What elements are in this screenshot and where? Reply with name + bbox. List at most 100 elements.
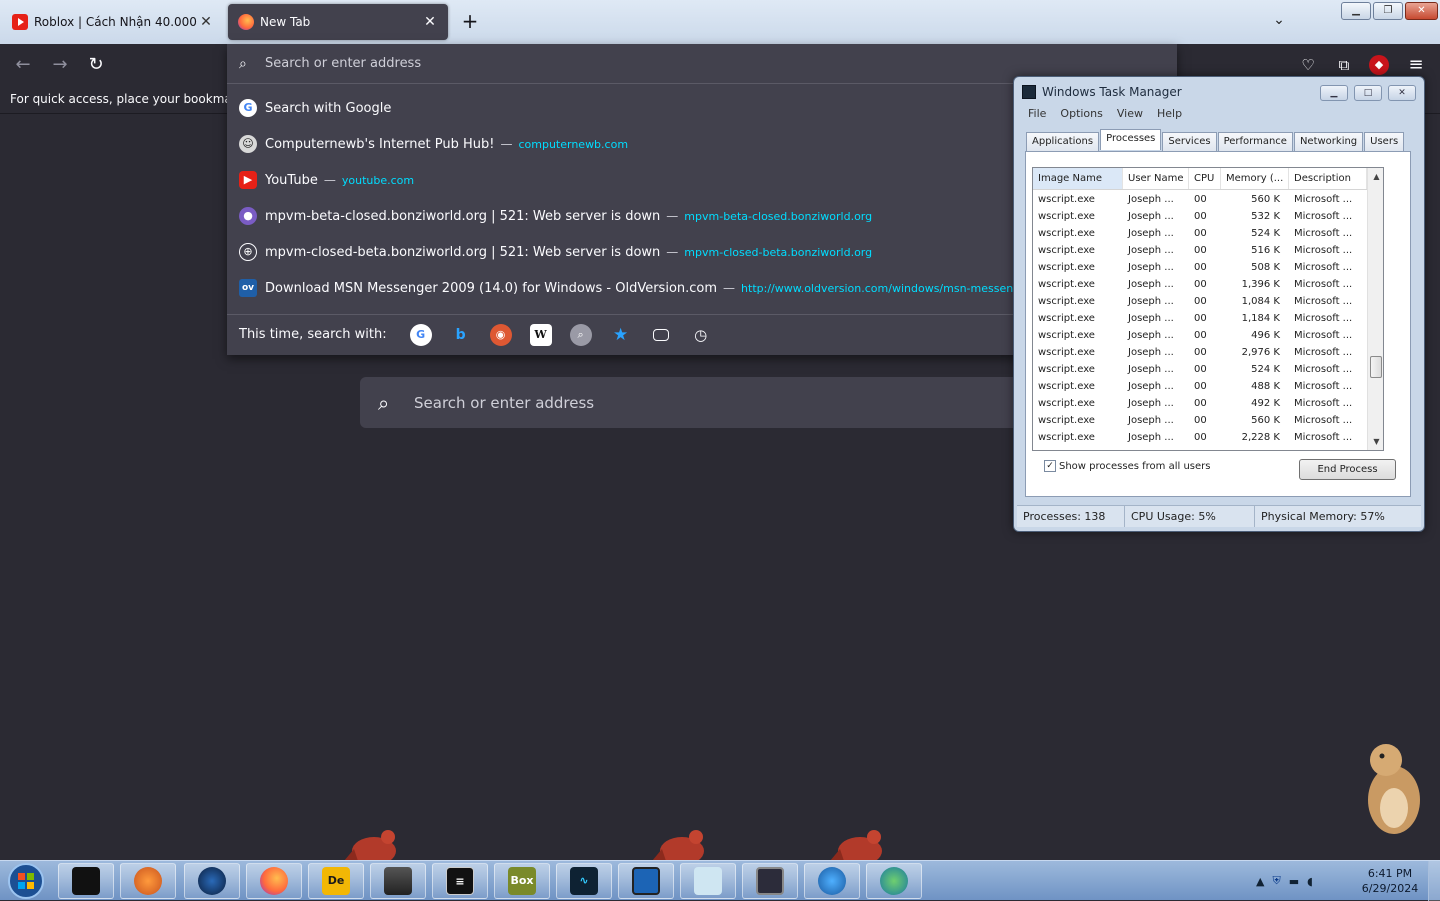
taskbar-app-box[interactable] bbox=[58, 863, 114, 899]
close-icon[interactable]: ✕ bbox=[198, 14, 214, 30]
history-clock-icon[interactable]: ◷ bbox=[690, 324, 712, 346]
pocket-icon[interactable]: ♡ bbox=[1297, 54, 1319, 76]
suggestion-title: Search with Google bbox=[265, 100, 392, 116]
scrollbar-thumb[interactable] bbox=[1370, 356, 1382, 378]
newtab-search-box[interactable]: ⌕ bbox=[360, 377, 1080, 428]
taskbar-app-firefox[interactable] bbox=[246, 863, 302, 899]
forward-arrow-icon[interactable]: → bbox=[49, 54, 71, 76]
table-row[interactable]: wscript.exe Joseph ... 00 532 K Microsoft ..… bbox=[1033, 209, 1367, 226]
scrollbar[interactable]: ▲ ▼ bbox=[1367, 168, 1383, 450]
end-process-button[interactable]: End Process bbox=[1299, 459, 1396, 480]
menu-file[interactable]: File bbox=[1028, 107, 1046, 125]
tab-services[interactable]: Services bbox=[1162, 132, 1217, 151]
status-memory: Physical Memory: 57% bbox=[1261, 510, 1385, 523]
tray-expand-icon[interactable]: ▲ bbox=[1256, 875, 1264, 888]
show-all-checkbox[interactable]: ✓ bbox=[1044, 460, 1056, 472]
network-icon[interactable]: ▬ bbox=[1289, 875, 1299, 888]
status-cpu: CPU Usage: 5% bbox=[1125, 506, 1255, 527]
volume-icon[interactable]: ◖ bbox=[1307, 875, 1313, 888]
column-user-name[interactable]: User Name bbox=[1123, 168, 1189, 189]
new-tab-button[interactable]: + bbox=[458, 10, 482, 34]
tab-users[interactable]: Users bbox=[1364, 132, 1405, 151]
minimize-button[interactable]: ▁ bbox=[1341, 2, 1371, 20]
duckduckgo-icon[interactable]: ◉ bbox=[489, 323, 512, 346]
tab-performance[interactable]: Performance bbox=[1217, 132, 1293, 151]
separator: — bbox=[666, 209, 679, 223]
table-row[interactable]: wscript.exe Joseph ... 00 524 K Microsoft ..… bbox=[1033, 362, 1367, 379]
close-button[interactable]: ✕ bbox=[1405, 2, 1438, 20]
maximize-button[interactable]: □ bbox=[1354, 85, 1382, 101]
table-row[interactable]: wscript.exe Joseph ... 00 488 K Microsoft ..… bbox=[1033, 379, 1367, 396]
table-row[interactable]: wscript.exe Joseph ... 00 1,184 K Microsoft … bbox=[1033, 311, 1367, 328]
table-cell: Joseph ... bbox=[1128, 381, 1174, 392]
taskbar-app-screen[interactable] bbox=[618, 863, 674, 899]
table-row[interactable]: wscript.exe Joseph ... 00 560 K Microsoft ..… bbox=[1033, 192, 1367, 209]
show-all-users-option[interactable]: ✓ Show processes from all users bbox=[1044, 460, 1210, 472]
menu-options[interactable]: Options bbox=[1060, 107, 1102, 125]
bing-icon[interactable]: b bbox=[450, 324, 472, 346]
table-cell: Microsoft ... bbox=[1294, 296, 1353, 307]
menu-view[interactable]: View bbox=[1117, 107, 1143, 125]
table-row[interactable]: wscript.exe Joseph ... 00 2,976 K Microsoft … bbox=[1033, 345, 1367, 362]
hamburger-menu-icon[interactable]: ≡ bbox=[1405, 54, 1427, 76]
taskbar-clock[interactable]: 6:41 PM 6/29/2024 bbox=[1356, 866, 1424, 896]
tabs-icon[interactable] bbox=[652, 328, 669, 341]
close-button[interactable]: ✕ bbox=[1388, 85, 1416, 101]
back-arrow-icon[interactable]: ← bbox=[12, 54, 34, 76]
table-row[interactable]: wscript.exe Joseph ... 00 496 K Microsoft ..… bbox=[1033, 328, 1367, 345]
table-row[interactable]: wscript.exe Joseph ... 00 508 K Microsoft ..… bbox=[1033, 260, 1367, 277]
table-row[interactable]: wscript.exe Joseph ... 00 516 K Microsoft ..… bbox=[1033, 243, 1367, 260]
newtab-search-input[interactable] bbox=[414, 393, 1014, 412]
table-row[interactable]: wscript.exe Joseph ... 00 560 K Microsoft ..… bbox=[1033, 413, 1367, 430]
taskbar-app-monitor[interactable]: ∿ bbox=[556, 863, 612, 899]
table-row[interactable]: wscript.exe Joseph ... 00 524 K Microsoft ..… bbox=[1033, 226, 1367, 243]
taskbar-app-box-game[interactable]: Box bbox=[494, 863, 550, 899]
ublock-icon[interactable]: ◆ bbox=[1369, 55, 1389, 75]
taskbar-app-de[interactable]: De bbox=[308, 863, 364, 899]
firefox-icon bbox=[134, 867, 162, 895]
menu-help[interactable]: Help bbox=[1157, 107, 1182, 125]
globe-icon bbox=[198, 867, 226, 895]
scroll-down-icon[interactable]: ▼ bbox=[1368, 433, 1383, 450]
tab-processes[interactable]: Processes bbox=[1100, 129, 1162, 150]
close-icon[interactable]: ✕ bbox=[422, 14, 438, 30]
table-row[interactable]: wscript.exe Joseph ... 00 492 K Microsoft ..… bbox=[1033, 396, 1367, 413]
address-input[interactable] bbox=[265, 56, 1177, 71]
tab-applications[interactable]: Applications bbox=[1026, 132, 1100, 151]
table-cell: 492 K bbox=[1251, 398, 1280, 409]
tab-networking[interactable]: Networking bbox=[1293, 132, 1364, 151]
search-engine-icon[interactable]: ⌕ bbox=[569, 323, 592, 346]
wikipedia-icon[interactable]: W bbox=[529, 323, 552, 346]
minimize-button[interactable]: ▁ bbox=[1320, 85, 1348, 101]
taskbar-app-firefox-old[interactable] bbox=[120, 863, 176, 899]
taskbar-app-display[interactable] bbox=[742, 863, 798, 899]
taskbar-app-terminal[interactable]: ≡ bbox=[432, 863, 488, 899]
extensions-icon[interactable]: ⧉ bbox=[1333, 54, 1355, 76]
reload-icon[interactable]: ↻ bbox=[85, 54, 107, 76]
scroll-up-icon[interactable]: ▲ bbox=[1368, 168, 1383, 185]
taskbar-app-windows[interactable] bbox=[370, 863, 426, 899]
taskbar-app-network[interactable] bbox=[804, 863, 860, 899]
suggestion-url: mpvm-closed-beta.bonziworld.org bbox=[684, 245, 873, 259]
column-cpu[interactable]: CPU bbox=[1189, 168, 1221, 189]
security-shield-icon[interactable]: ⛨ bbox=[1272, 874, 1280, 888]
tab-new-tab[interactable]: New Tab ✕ bbox=[228, 4, 448, 40]
process-list[interactable]: Image Name User Name CPU Memory (... Des… bbox=[1032, 167, 1384, 451]
taskbar-app-network-settings[interactable] bbox=[866, 863, 922, 899]
show-desktop-button[interactable] bbox=[1428, 861, 1440, 901]
table-row[interactable]: wscript.exe Joseph ... 00 2,228 K Microsoft … bbox=[1033, 430, 1367, 447]
restore-button[interactable]: ❐ bbox=[1373, 2, 1403, 20]
taskbar-app-notes[interactable] bbox=[680, 863, 736, 899]
column-description[interactable]: Description bbox=[1289, 168, 1367, 189]
column-memory[interactable]: Memory (... bbox=[1221, 168, 1289, 189]
table-row[interactable]: wscript.exe Joseph ... 00 1,084 K Microsoft … bbox=[1033, 294, 1367, 311]
column-image-name[interactable]: Image Name bbox=[1033, 168, 1123, 189]
start-orb-icon[interactable] bbox=[4, 862, 48, 900]
bookmarks-star-icon[interactable]: ★ bbox=[610, 324, 632, 346]
chevron-down-icon[interactable]: ⌄ bbox=[1268, 12, 1290, 32]
tab-roblox[interactable]: Roblox | Cách Nhận 40.000 Robux ✕ bbox=[2, 4, 224, 40]
google-icon[interactable]: G bbox=[409, 323, 432, 346]
taskbar-app-globe[interactable] bbox=[184, 863, 240, 899]
suggestion-title: mpvm-beta-closed.bonziworld.org | 521: W… bbox=[265, 208, 661, 224]
table-row[interactable]: wscript.exe Joseph ... 00 1,396 K Microsoft … bbox=[1033, 277, 1367, 294]
